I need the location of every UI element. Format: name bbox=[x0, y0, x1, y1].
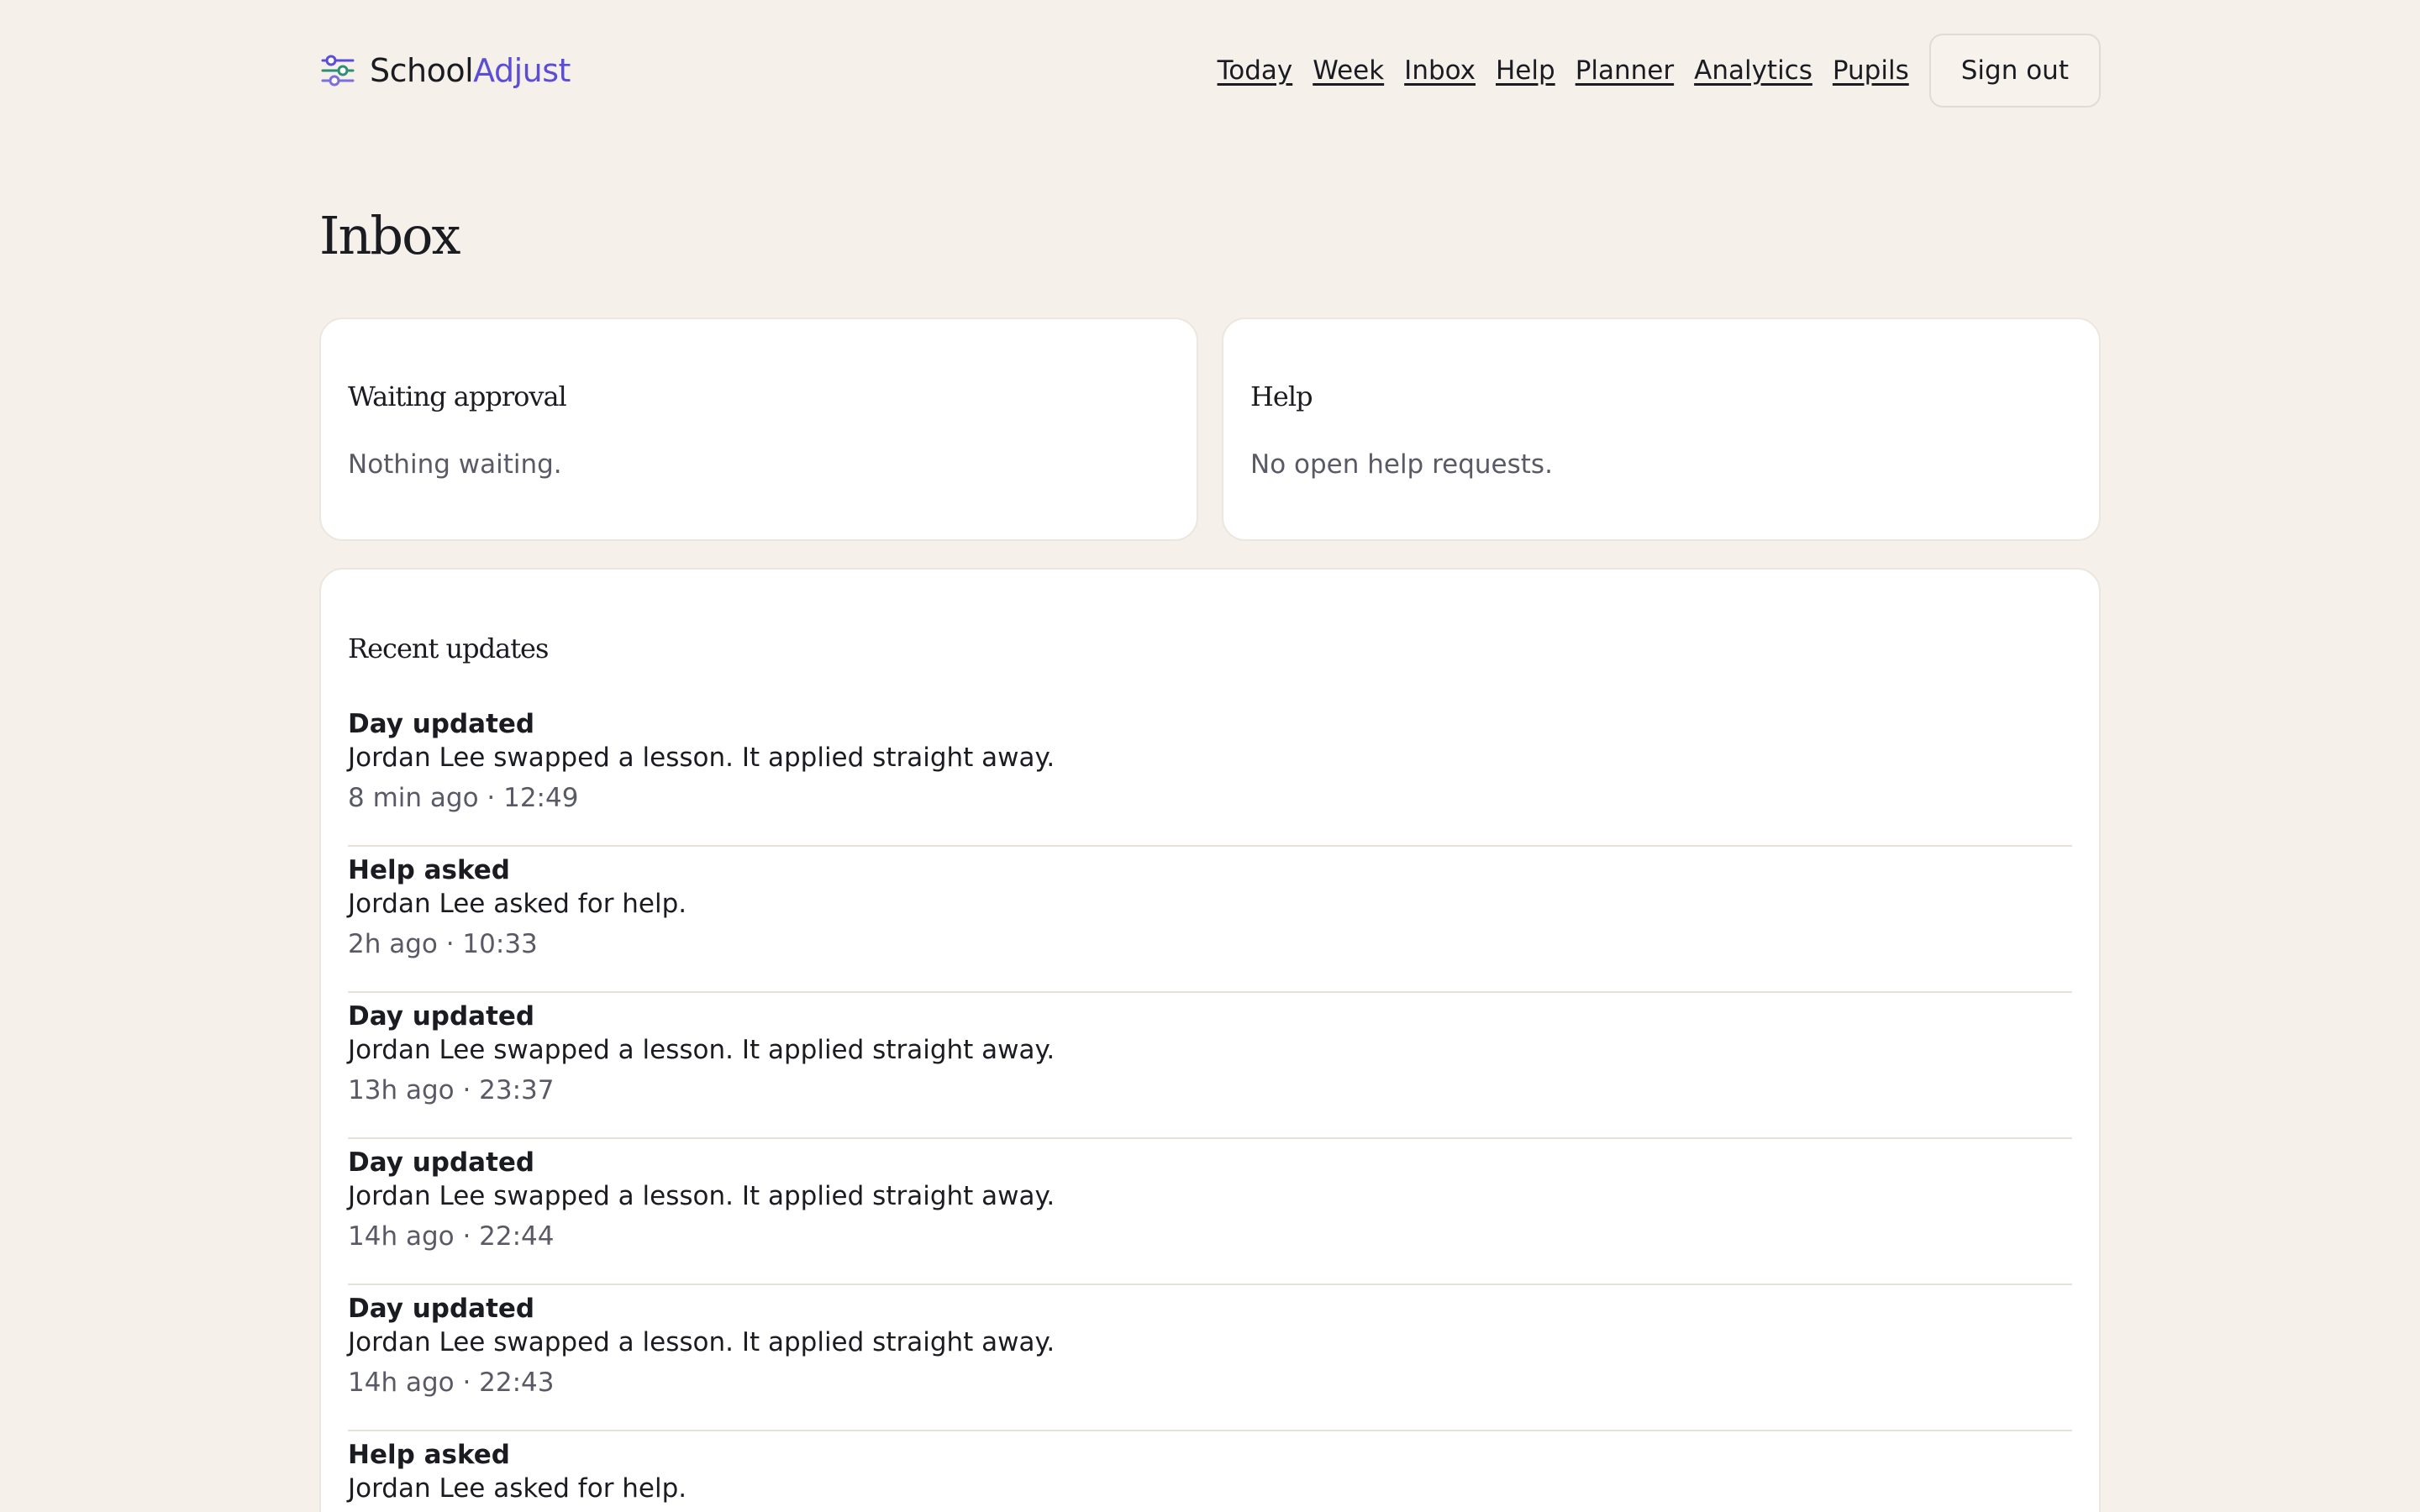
update-timestamp: 2h ago · 10:33 bbox=[348, 929, 538, 959]
update-timestamp: 14h ago · 22:43 bbox=[348, 1368, 555, 1398]
list-item: Help asked Jordan Lee asked for help. bbox=[348, 1431, 2072, 1512]
update-title: Help asked bbox=[348, 855, 510, 885]
nav-inbox[interactable]: Inbox bbox=[1404, 55, 1476, 86]
update-timestamp: 8 min ago · 12:49 bbox=[348, 783, 579, 813]
update-title: Day updated bbox=[348, 1001, 535, 1032]
update-title: Day updated bbox=[348, 709, 535, 739]
update-description: Jordan Lee swapped a lesson. It applied … bbox=[348, 1035, 1055, 1065]
waiting-approval-card: Waiting approval Nothing waiting. bbox=[319, 318, 1198, 541]
update-description: Jordan Lee swapped a lesson. It applied … bbox=[348, 1181, 1055, 1211]
update-timestamp: 14h ago · 22:44 bbox=[348, 1221, 555, 1252]
update-description: Jordan Lee swapped a lesson. It applied … bbox=[348, 1327, 1055, 1357]
list-item: Day updated Jordan Lee swapped a lesson.… bbox=[348, 701, 2072, 847]
list-item: Day updated Jordan Lee swapped a lesson.… bbox=[348, 1139, 2072, 1285]
recent-updates-title: Recent updates bbox=[348, 633, 549, 664]
list-item: Day updated Jordan Lee swapped a lesson.… bbox=[348, 993, 2072, 1139]
update-description: Jordan Lee swapped a lesson. It applied … bbox=[348, 743, 1055, 773]
nav-today[interactable]: Today bbox=[1218, 55, 1293, 86]
update-title: Day updated bbox=[348, 1294, 535, 1324]
waiting-approval-empty: Nothing waiting. bbox=[348, 449, 562, 480]
brand-name-adjust: Adjust bbox=[473, 52, 571, 89]
help-empty: No open help requests. bbox=[1250, 449, 1553, 480]
nav-help[interactable]: Help bbox=[1496, 55, 1555, 86]
update-timestamp: 13h ago · 23:37 bbox=[348, 1075, 555, 1105]
recent-updates-list: Day updated Jordan Lee swapped a lesson.… bbox=[348, 701, 2072, 1512]
brand-name: SchoolAdjust bbox=[370, 52, 571, 89]
help-title: Help bbox=[1250, 381, 1313, 412]
top-header: SchoolAdjust Today Week Inbox Help Plann… bbox=[319, 34, 2101, 108]
brand-name-school: School bbox=[370, 52, 474, 89]
page: SchoolAdjust Today Week Inbox Help Plann… bbox=[0, 0, 2420, 1512]
brand-logo[interactable]: SchoolAdjust bbox=[319, 34, 571, 108]
update-title: Day updated bbox=[348, 1147, 535, 1178]
main-nav: Today Week Inbox Help Planner Analytics … bbox=[1218, 34, 2101, 108]
update-description: Jordan Lee asked for help. bbox=[348, 889, 687, 919]
waiting-approval-title: Waiting approval bbox=[348, 381, 567, 412]
update-title: Help asked bbox=[348, 1440, 510, 1470]
help-card: Help No open help requests. bbox=[1222, 318, 2101, 541]
recent-updates-card: Recent updates Day updated Jordan Lee sw… bbox=[319, 568, 2101, 1512]
nav-pupils[interactable]: Pupils bbox=[1833, 55, 1909, 86]
page-title: Inbox bbox=[319, 205, 460, 266]
nav-planner[interactable]: Planner bbox=[1576, 55, 1674, 86]
nav-analytics[interactable]: Analytics bbox=[1694, 55, 1812, 86]
list-item: Day updated Jordan Lee swapped a lesson.… bbox=[348, 1285, 2072, 1431]
nav-week[interactable]: Week bbox=[1313, 55, 1384, 86]
update-description: Jordan Lee asked for help. bbox=[348, 1473, 687, 1504]
sliders-icon bbox=[321, 55, 355, 87]
list-item: Help asked Jordan Lee asked for help. 2h… bbox=[348, 847, 2072, 993]
sign-out-button[interactable]: Sign out bbox=[1928, 34, 2101, 108]
